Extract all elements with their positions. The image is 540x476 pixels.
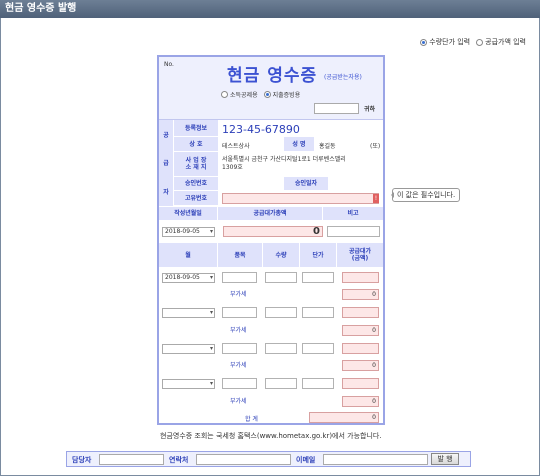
row-item-input[interactable] bbox=[222, 307, 257, 318]
row-amount-input[interactable] bbox=[342, 343, 379, 354]
unique-label: 고유번호 bbox=[174, 191, 218, 206]
approval-label: 승인번호 bbox=[174, 177, 218, 191]
email-input[interactable] bbox=[323, 454, 428, 465]
row-price-input[interactable] bbox=[302, 343, 334, 354]
remark-label: 비고 bbox=[323, 207, 383, 221]
sum-label: 합 계 bbox=[245, 416, 258, 423]
col-price: 단가 bbox=[300, 243, 336, 268]
manager-label: 담당자 bbox=[72, 456, 92, 464]
radio-icon[interactable] bbox=[221, 91, 228, 98]
row-qty-input[interactable] bbox=[265, 343, 297, 354]
issue-button[interactable]: 발 행 bbox=[431, 453, 459, 465]
radio-icon[interactable] bbox=[420, 38, 428, 46]
date-select[interactable]: 2018-09-05 bbox=[162, 227, 215, 237]
row-qty-input[interactable] bbox=[265, 272, 297, 283]
reg-number: 123-45-67890 bbox=[222, 123, 300, 136]
row-vat-label: 부가세 bbox=[230, 398, 247, 405]
receipt-no: No. bbox=[164, 61, 174, 68]
company-label: 상 호 bbox=[174, 137, 218, 152]
row-date-select[interactable] bbox=[162, 308, 215, 318]
total-label: 공급대가총액 bbox=[218, 207, 322, 221]
recipient-input[interactable] bbox=[314, 103, 359, 114]
receipt-title: 현금 영수증 bbox=[227, 66, 318, 86]
row-date-select[interactable] bbox=[162, 344, 215, 354]
manager-input[interactable] bbox=[99, 454, 164, 465]
window-title: 현금 영수증 발행 bbox=[0, 0, 540, 18]
reg-label: 등록정보 bbox=[174, 120, 218, 137]
input-mode-group: 수량단가 입력 공급가액 입력 bbox=[420, 37, 526, 47]
row-date-select[interactable]: 2018-09-05 bbox=[162, 273, 215, 283]
contact-input[interactable] bbox=[196, 454, 291, 465]
row-item-input[interactable] bbox=[222, 378, 257, 389]
remark-input[interactable] bbox=[327, 226, 380, 237]
row-item-input[interactable] bbox=[222, 272, 257, 283]
sum-value: 0 bbox=[309, 412, 379, 423]
row-amount-input[interactable] bbox=[342, 307, 379, 318]
mode-unit-price[interactable]: 수량단가 입력 bbox=[420, 37, 470, 47]
footer-bar: 담당자 연락처 이메일 bbox=[66, 451, 471, 467]
row-vat-value: 0 bbox=[342, 325, 379, 336]
receipt-header: No. 현금 영수증 (공급받는자용) 소득공제용 지출증빙용 귀하 bbox=[159, 57, 383, 120]
mode-supply-price[interactable]: 공급가액 입력 bbox=[476, 37, 526, 47]
contact-label: 연락처 bbox=[169, 456, 189, 464]
row-amount-input[interactable] bbox=[342, 378, 379, 389]
address-value: 서울특별시 금천구 가산디지털1로1 더루벤스밸리 1309호 bbox=[222, 156, 346, 171]
radio-icon[interactable] bbox=[476, 38, 484, 46]
company-value: 테스트상사 bbox=[222, 143, 250, 150]
date-label: 작성년월일 bbox=[159, 207, 217, 221]
name-label: 성 명 bbox=[284, 137, 314, 152]
purpose-expense[interactable]: 지출증빙용 bbox=[263, 90, 300, 99]
row-vat-value: 0 bbox=[342, 396, 379, 407]
address-label: 사 업 장 소 재 지 bbox=[174, 152, 218, 177]
required-tooltip: 이 값은 필수입니다. bbox=[390, 188, 461, 202]
row-vat-label: 부가세 bbox=[230, 362, 247, 369]
row-vat-label: 부가세 bbox=[230, 327, 247, 334]
hometax-note: 현금영수증 조회는 국세청 홈택스(www.hometax.go.kr)에서 가… bbox=[160, 432, 382, 440]
row-vat-label: 부가세 bbox=[230, 291, 247, 298]
row-price-input[interactable] bbox=[302, 307, 334, 318]
row-price-input[interactable] bbox=[302, 272, 334, 283]
col-qty: 수량 bbox=[263, 243, 299, 268]
supplier-label: 공 급 자 bbox=[159, 120, 173, 206]
row-qty-input[interactable] bbox=[265, 378, 297, 389]
row-vat-value: 0 bbox=[342, 360, 379, 371]
receipt-form: No. 현금 영수증 (공급받는자용) 소득공제용 지출증빙용 귀하 공 급 자… bbox=[157, 55, 385, 425]
receipt-subtitle: (공급받는자용) bbox=[324, 74, 362, 81]
row-qty-input[interactable] bbox=[265, 307, 297, 318]
name-value: 홍길동 bbox=[319, 143, 336, 150]
unique-number-input[interactable] bbox=[222, 193, 379, 204]
row-date-select[interactable] bbox=[162, 379, 215, 389]
name-seal: (또) bbox=[370, 143, 381, 150]
radio-icon[interactable] bbox=[263, 91, 271, 98]
col-amount: 공급대가 (금액) bbox=[337, 243, 383, 268]
total-amount[interactable]: 0 bbox=[223, 226, 323, 237]
col-month: 월 bbox=[159, 243, 217, 268]
row-amount-input[interactable] bbox=[342, 272, 379, 283]
purpose-income[interactable]: 소득공제용 bbox=[221, 90, 258, 99]
recipient-suffix: 귀하 bbox=[364, 106, 376, 113]
approval-date-label: 승인일자 bbox=[284, 177, 328, 191]
row-price-input[interactable] bbox=[302, 378, 334, 389]
required-warning-icon: ! bbox=[373, 194, 379, 203]
row-vat-value: 0 bbox=[342, 289, 379, 300]
email-label: 이메일 bbox=[296, 456, 316, 464]
row-item-input[interactable] bbox=[222, 343, 257, 354]
col-item: 품목 bbox=[218, 243, 262, 268]
purpose-group: 소득공제용 지출증빙용 bbox=[221, 90, 300, 99]
